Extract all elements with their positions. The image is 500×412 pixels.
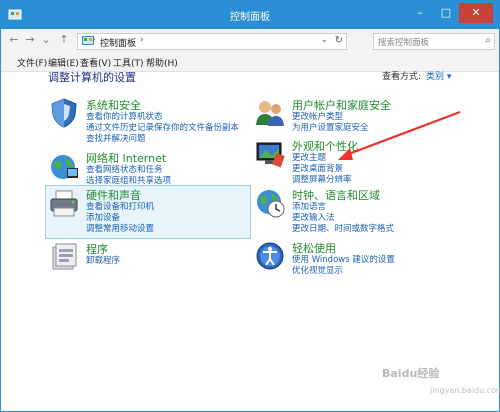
menu-edit[interactable]: 编辑(E) bbox=[48, 56, 79, 69]
menu-file[interactable]: 文件(F) bbox=[17, 56, 47, 69]
close-button[interactable]: ✕ bbox=[459, 3, 493, 23]
title-bar: 控制面板 – □ ✕ bbox=[1, 1, 499, 29]
main-content: 调整计算机的设置 查看方式: 类别 ▾ 系统和安全 查看你的计算机状态 通过文件… bbox=[2, 71, 500, 411]
back-button[interactable]: ← bbox=[7, 33, 21, 47]
control-panel-window: 控制面板 – □ ✕ ← → ⌄ ↑ › 控制面板 › ⌄ ↻ 搜索控制面板 ⌕ bbox=[0, 0, 500, 412]
search-input[interactable]: 搜索控制面板 ⌕ bbox=[373, 33, 495, 50]
menu-view[interactable]: 查看(V) bbox=[80, 56, 111, 69]
watermark-url: jingyan.baidu.com bbox=[430, 386, 500, 395]
breadcrumb[interactable]: › 控制面板 › ⌄ ↻ bbox=[77, 33, 347, 50]
search-icon[interactable]: ⌕ bbox=[485, 35, 491, 46]
window-controls: – □ ✕ bbox=[407, 3, 493, 23]
address-bar: ← → ⌄ ↑ › 控制面板 › ⌄ ↻ 搜索控制面板 ⌕ bbox=[1, 29, 499, 54]
refresh-icon[interactable]: ↻ bbox=[335, 35, 343, 46]
maximize-button[interactable]: □ bbox=[433, 3, 459, 23]
watermark: Baidu经验 bbox=[382, 367, 440, 380]
history-dropdown-button[interactable]: ⌄ bbox=[39, 33, 53, 47]
red-arrow-annotation bbox=[338, 110, 461, 160]
breadcrumb-item[interactable]: 控制面板 bbox=[100, 36, 136, 49]
menu-help[interactable]: 帮助(H) bbox=[146, 56, 178, 69]
forward-button[interactable]: → bbox=[23, 33, 37, 47]
up-button[interactable]: ↑ bbox=[57, 33, 71, 47]
minimize-button[interactable]: – bbox=[407, 3, 433, 23]
chevron-down-icon[interactable]: ⌄ bbox=[320, 35, 328, 45]
breadcrumb-separator: › bbox=[92, 35, 96, 45]
search-placeholder: 搜索控制面板 bbox=[378, 38, 430, 48]
breadcrumb-separator[interactable]: › bbox=[140, 35, 144, 45]
menu-tools[interactable]: 工具(T) bbox=[113, 56, 144, 69]
